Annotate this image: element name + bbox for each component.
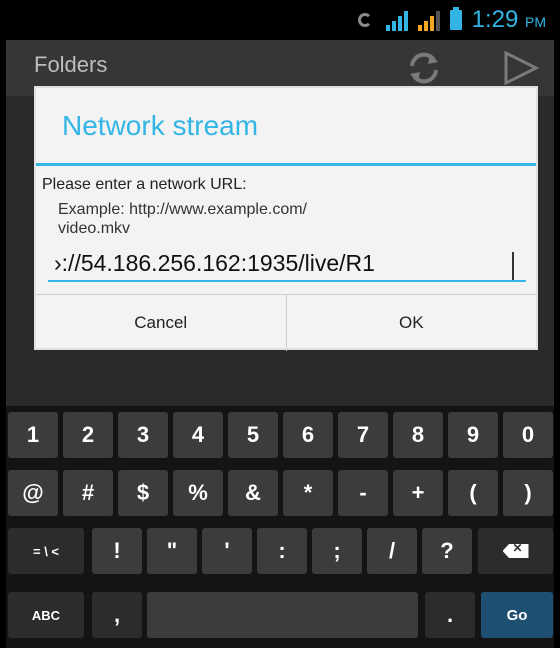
backspace-icon — [502, 544, 529, 558]
key-9[interactable]: 9 — [448, 412, 498, 458]
dialog-message: Please enter a network URL: — [42, 176, 247, 193]
backspace-key[interactable] — [478, 528, 553, 574]
clock-time: 1:29 — [471, 6, 519, 33]
dialog-button-bar: Cancel OK — [36, 294, 536, 351]
key-0[interactable]: 0 — [503, 412, 553, 458]
cancel-button[interactable]: Cancel — [36, 295, 286, 351]
key-period[interactable]: . — [425, 592, 475, 638]
clock: 1:29 PM — [472, 6, 546, 34]
key-colon[interactable]: : — [257, 528, 307, 574]
dialog-example: Example: http://www.example.com/ video.m… — [58, 200, 478, 238]
keyboard-row-punctuation: = \ < ! " ' : ; / ? — [6, 528, 554, 578]
key-3[interactable]: 3 — [118, 412, 168, 458]
keyboard-row-numbers: 1 2 3 4 5 6 7 8 9 0 — [6, 412, 554, 462]
key-asterisk[interactable]: * — [283, 470, 333, 516]
key-plus[interactable]: + — [393, 470, 443, 516]
ok-button[interactable]: OK — [285, 295, 537, 351]
key-double-quote[interactable]: " — [147, 528, 197, 574]
phone-screen: 1:29 PM Folders Network stream Please en… — [6, 0, 554, 648]
key-open-paren[interactable]: ( — [448, 470, 498, 516]
symbol-keyboard: 1 2 3 4 5 6 7 8 9 0 @ # $ % & * - + ( ) … — [6, 406, 554, 648]
key-dollar[interactable]: $ — [118, 470, 168, 516]
example-line-2: video.mkv — [58, 220, 131, 237]
keyboard-row-symbols: @ # $ % & * - + ( ) — [6, 470, 554, 520]
key-abc[interactable]: ABC — [8, 592, 84, 638]
key-semicolon[interactable]: ; — [312, 528, 362, 574]
key-6[interactable]: 6 — [283, 412, 333, 458]
action-bar-title: Folders — [34, 52, 108, 77]
key-at[interactable]: @ — [8, 470, 58, 516]
key-percent[interactable]: % — [173, 470, 223, 516]
key-hash[interactable]: # — [63, 470, 113, 516]
clock-ampm: PM — [525, 14, 546, 30]
key-ampersand[interactable]: & — [228, 470, 278, 516]
dialog-title: Network stream — [62, 110, 259, 141]
key-close-paren[interactable]: ) — [503, 470, 553, 516]
text-cursor — [512, 252, 514, 280]
key-4[interactable]: 4 — [173, 412, 223, 458]
url-input[interactable] — [48, 246, 526, 282]
cell-signal-icon — [417, 9, 440, 31]
key-exclamation[interactable]: ! — [92, 528, 142, 574]
space-bar[interactable] — [147, 592, 418, 638]
key-1[interactable]: 1 — [8, 412, 58, 458]
key-slash[interactable]: / — [367, 528, 417, 574]
wifi-signal-icon — [385, 9, 408, 31]
keyboard-row-bottom: ABC , . Go — [6, 592, 554, 642]
key-5[interactable]: 5 — [228, 412, 278, 458]
play-icon[interactable] — [502, 50, 540, 86]
key-single-quote[interactable]: ' — [202, 528, 252, 574]
network-stream-dialog: Network stream Please enter a network UR… — [34, 86, 538, 351]
battery-icon — [449, 7, 462, 30]
refresh-icon[interactable] — [406, 50, 442, 86]
status-bar: 1:29 PM — [6, 0, 554, 40]
status-icons: 1:29 PM — [354, 0, 546, 40]
key-7[interactable]: 7 — [338, 412, 388, 458]
key-comma[interactable]: , — [92, 592, 142, 638]
key-question[interactable]: ? — [422, 528, 472, 574]
key-more-symbols[interactable]: = \ < — [8, 528, 84, 574]
sync-status-icon — [354, 9, 376, 31]
dialog-title-divider — [36, 163, 536, 166]
go-button[interactable]: Go — [481, 592, 553, 638]
key-minus[interactable]: - — [338, 470, 388, 516]
key-2[interactable]: 2 — [63, 412, 113, 458]
key-8[interactable]: 8 — [393, 412, 443, 458]
example-line-1: Example: http://www.example.com/ — [58, 201, 307, 218]
